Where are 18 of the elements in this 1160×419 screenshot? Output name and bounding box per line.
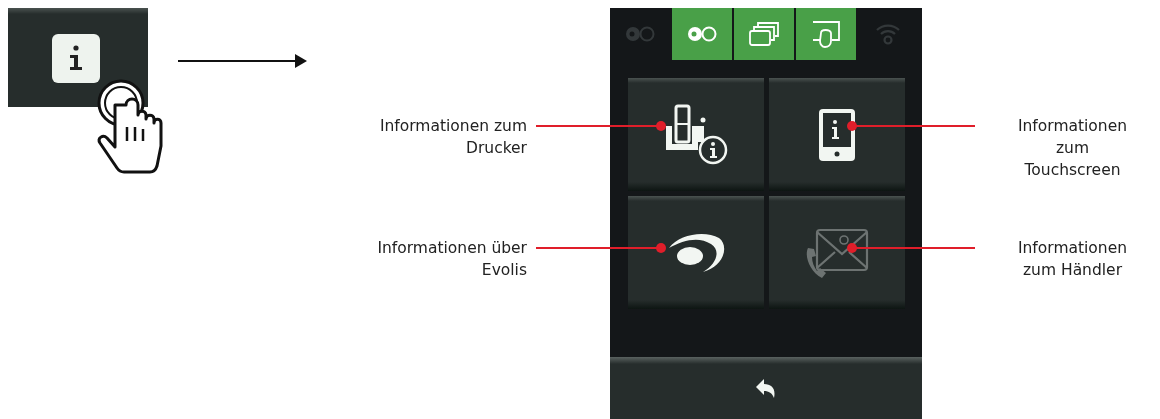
cards-status-tab[interactable] (734, 8, 794, 60)
menu-tile[interactable] (769, 196, 905, 309)
wifi-icon (875, 22, 901, 46)
menu-tile[interactable] (628, 78, 764, 191)
touch-screen-icon (810, 19, 842, 49)
touch-status-tab[interactable] (796, 8, 856, 60)
menu-tile[interactable] (769, 78, 905, 191)
callout-label: Informationen zum Touchscreen (1016, 116, 1129, 181)
callout-label: Informationen zum Händler (1016, 238, 1129, 281)
callout-label: Informationen über Evolis (377, 238, 527, 281)
phone-info-icon (819, 108, 855, 161)
card-stack-icon (748, 21, 780, 47)
ribbon-icon (625, 26, 655, 42)
info-key-icon (52, 34, 100, 83)
callout-label: Informationen zum Drucker (379, 116, 527, 159)
ribbon-status-tab[interactable] (672, 8, 732, 60)
ribbon-icon (687, 26, 717, 42)
menu-tile[interactable] (628, 196, 764, 309)
